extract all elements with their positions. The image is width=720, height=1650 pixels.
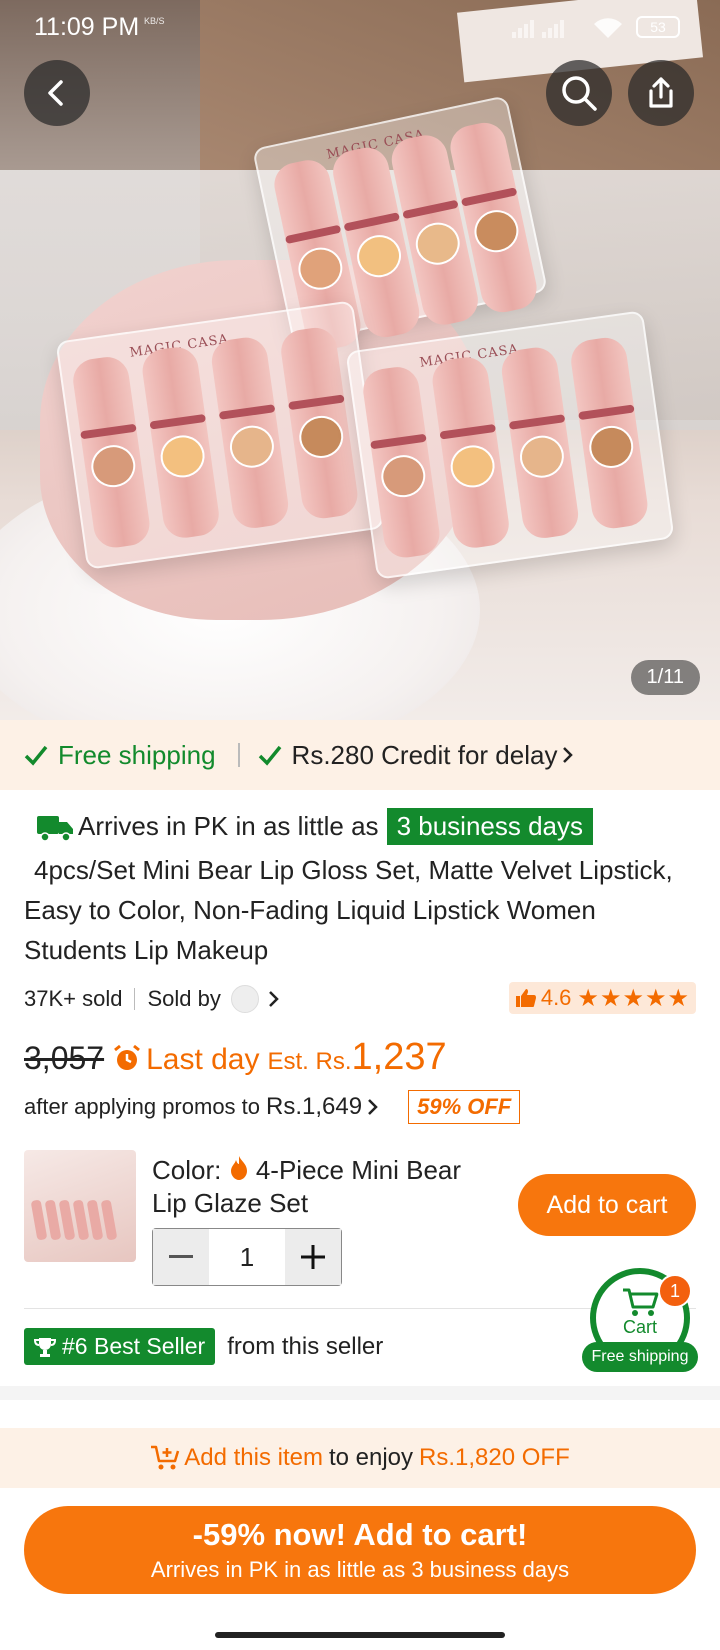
check-icon	[24, 745, 48, 766]
section-spacer	[0, 1386, 720, 1400]
banner-divider	[237, 743, 240, 767]
free-shipping-text: Free shipping	[58, 739, 216, 770]
increase-quantity-button[interactable]	[285, 1229, 341, 1285]
search-button[interactable]	[546, 60, 612, 126]
alarm-clock-icon	[114, 1044, 141, 1070]
chevron-right-icon	[268, 991, 279, 1007]
chevron-right-icon	[563, 747, 574, 763]
cart-free-shipping: Free shipping	[582, 1342, 698, 1372]
lipstick-box-left: MAGIC CASA	[55, 300, 385, 570]
promo-price: Rs.1,649	[266, 1093, 363, 1120]
rating-stars: ★★★★★	[577, 984, 690, 1012]
thumbs-up-icon	[515, 989, 536, 1007]
delivery-prefix: Arrives in PK in as little as	[78, 811, 379, 841]
delivery-estimate: Arrives in PK in as little as 3 business…	[36, 808, 594, 845]
cart-icon	[623, 1288, 659, 1316]
search-icon	[562, 76, 597, 111]
flame-icon	[230, 1156, 247, 1180]
cart-count-badge: 1	[658, 1274, 692, 1308]
share-button[interactable]	[628, 60, 694, 126]
lipstick-box-right: MAGIC CASA	[345, 310, 675, 580]
add-to-cart-button[interactable]: Add to cart	[518, 1174, 696, 1236]
add-item-label: Add this item	[184, 1444, 323, 1471]
cart-label: Cart	[622, 1316, 657, 1337]
home-indicator[interactable]	[215, 1632, 505, 1638]
best-seller-row[interactable]: #6 Best Seller from this seller	[24, 1328, 383, 1365]
network-speed: KB/S	[144, 16, 165, 26]
delivery-days-highlight: 3 business days	[386, 808, 594, 845]
product-title: 4pcs/Set Mini Bear Lip Gloss Set, Matte …	[24, 855, 673, 965]
color-selection[interactable]: Color: 4-Piece Mini Bear Lip Glaze Set	[152, 1154, 492, 1220]
after-promos-label: after applying promos to	[24, 1094, 261, 1119]
plus-icon	[301, 1245, 325, 1269]
signal-icon	[512, 20, 564, 38]
chevron-left-icon	[48, 80, 63, 106]
quantity-stepper: 1	[152, 1228, 342, 1286]
rating-value: 4.6	[540, 985, 572, 1010]
last-day-label: Last day	[146, 1043, 260, 1076]
cta-subline: Arrives in PK in as little as 3 business…	[150, 1557, 570, 1582]
estimated-price-label: Est. Rs.	[267, 1048, 352, 1075]
trophy-icon	[34, 1337, 56, 1357]
back-button[interactable]	[24, 60, 90, 126]
image-counter: 1/11	[630, 660, 700, 695]
shipping-banner[interactable]: Free shipping Rs.280 Credit for delay	[0, 720, 720, 790]
promo-row[interactable]: after applying promos to Rs.1,649 59% OF…	[24, 1090, 521, 1124]
wifi-icon	[594, 18, 622, 38]
credit-for-delay[interactable]: Rs.280 Credit for delay	[258, 740, 576, 771]
best-seller-label: #6 Best Seller	[62, 1333, 206, 1359]
variant-thumbnail[interactable]	[24, 1150, 136, 1262]
delivery-truck-icon	[37, 815, 73, 842]
best-seller-suffix: from this seller	[227, 1332, 384, 1360]
color-prefix: Color:	[152, 1155, 222, 1185]
status-time: 11:09 PM	[34, 13, 140, 41]
main-add-to-cart-button[interactable]: -59% now! Add to cart! Arrives in PK in …	[24, 1506, 696, 1594]
original-price: 3,057	[24, 1040, 105, 1076]
floating-cart-button[interactable]: Cart Free shipping 1	[582, 1268, 698, 1374]
quantity-value[interactable]: 1	[209, 1229, 285, 1285]
sales-row: 37K+ sold Sold by 4.6 ★★★★★	[24, 982, 696, 1016]
check-icon	[258, 745, 281, 766]
cta-headline: -59% now! Add to cart!	[192, 1517, 528, 1552]
discount-badge: 59% OFF	[408, 1090, 521, 1124]
status-bar: 11:09 PM KB/S 53	[0, 0, 720, 54]
cart-plus-icon	[151, 1445, 180, 1470]
seller-logo	[230, 985, 259, 1013]
add-item-promo-banner[interactable]: Add this item to enjoy Rs.1,820 OFF	[0, 1428, 720, 1488]
sold-by-link[interactable]: Sold by	[147, 985, 280, 1013]
product-image-carousel[interactable]: MAGIC CASA MAGIC CASA MAGIC CASA 1/11	[0, 0, 720, 720]
battery-icon: 53	[636, 16, 680, 38]
decrease-quantity-button[interactable]	[153, 1229, 209, 1285]
best-seller-badge: #6 Best Seller	[24, 1328, 216, 1365]
minus-icon	[169, 1255, 193, 1258]
price-row: 3,057 Last day Est. Rs. 1,237	[24, 1036, 447, 1079]
promo-middle-text: to enjoy	[328, 1444, 414, 1471]
promo-amount: Rs.1,820 OFF	[419, 1444, 570, 1471]
chevron-right-icon	[368, 1099, 378, 1115]
estimated-price: 1,237	[351, 1036, 447, 1078]
rating-badge[interactable]: 4.6 ★★★★★	[508, 982, 696, 1014]
sold-by-label: Sold by	[147, 986, 221, 1011]
free-shipping-label: Free shipping	[24, 740, 216, 771]
share-icon	[649, 77, 673, 108]
credit-for-delay-text: Rs.280 Credit for delay	[291, 739, 558, 770]
sold-count: 37K+ sold	[24, 986, 123, 1011]
sold-divider	[134, 988, 136, 1010]
